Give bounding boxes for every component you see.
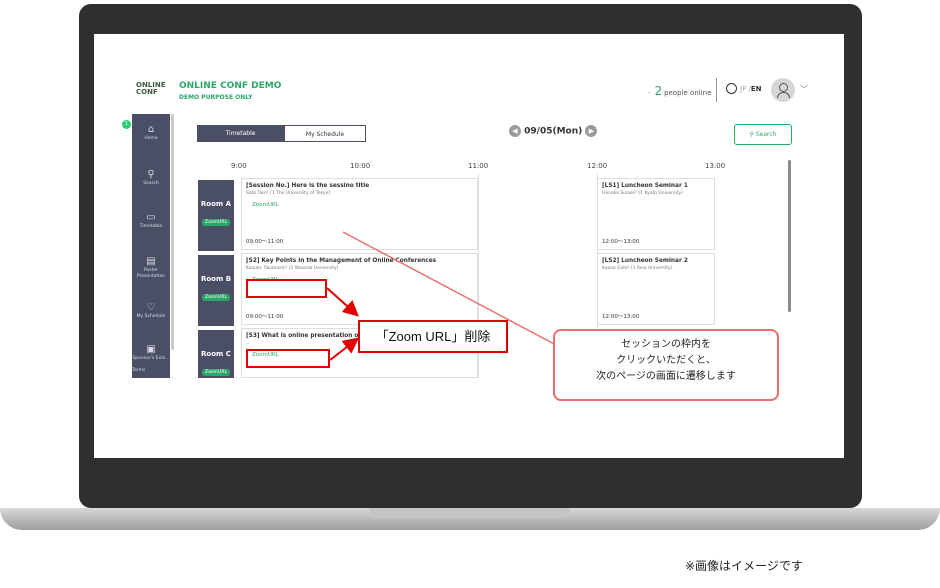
annotation-arrows xyxy=(326,231,557,361)
callout-click-instruction: セッションの枠内を クリックいただくと、 次のページの画面に遷移します xyxy=(553,329,779,401)
arrow-to-callout xyxy=(329,337,360,361)
arrow-to-callout xyxy=(326,287,359,317)
callout-zoom-removed: 「Zoom URL」削除 xyxy=(358,320,508,353)
callout-line: セッションの枠内を xyxy=(621,339,711,350)
callout-line: 次のページの画面に遷移します xyxy=(596,371,736,382)
callout-line: クリックいただくと、 xyxy=(616,355,716,366)
